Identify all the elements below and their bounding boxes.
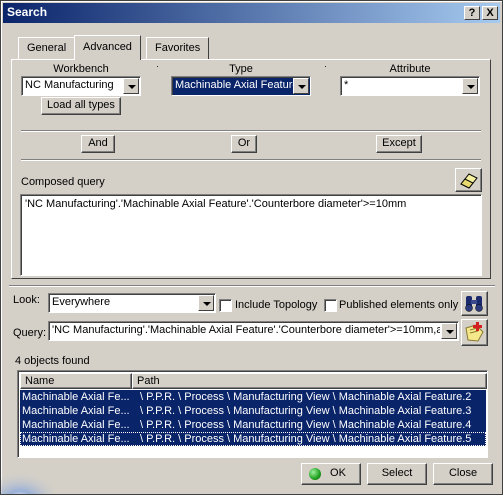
clear-query-button[interactable] [455,168,482,192]
search-dialog: Search ? X General Advanced Favorites Wo… [0,0,503,495]
chevron-down-icon[interactable] [123,78,139,94]
query-combo[interactable]: 'NC Manufacturing'.'Machinable Axial Fea… [48,321,459,341]
workbench-value: NC Manufacturing [25,79,114,91]
binoculars-icon [465,296,483,312]
search-button[interactable] [461,291,488,316]
add-favorite-icon [465,322,484,342]
type-value: Machinable Axial Feature [175,79,299,91]
chevron-down-icon[interactable] [293,78,309,94]
close-window-button[interactable]: X [482,6,498,20]
chevron-down-icon[interactable] [198,295,214,311]
eraser-icon [460,173,478,189]
include-topology-label: Include Topology [235,299,318,311]
published-only-checkbox[interactable] [324,299,337,312]
select-button[interactable]: Select [367,463,427,485]
include-topology-checkbox[interactable] [219,299,232,312]
type-label: Type [229,63,253,75]
row-path: \ P.P.R. \ Process \ Manufacturing View … [140,433,472,445]
table-row[interactable]: Machinable Axial Fe... \ P.P.R. \ Proces… [20,390,486,404]
row-name: Machinable Axial Fe... [22,433,130,445]
or-button[interactable]: Or [231,135,257,153]
query-value: 'NC Manufacturing'.'Machinable Axial Fea… [52,324,440,336]
row-name: Machinable Axial Fe... [22,405,130,417]
attribute-value: * [344,79,349,91]
except-button[interactable]: Except [376,135,422,153]
published-only-label: Published elements only [339,299,459,311]
close-button[interactable]: Close [433,463,493,485]
add-favorite-button[interactable] [461,319,488,346]
results-list[interactable]: Name Path Machinable Axial Fe... \ P.P.R… [17,370,488,458]
title-bar: Search ? X [3,3,500,23]
objects-found-label: 4 objects found [15,355,90,367]
column-header-path[interactable]: Path [132,373,487,389]
help-button[interactable]: ? [464,6,480,20]
attribute-combo[interactable]: * [340,76,480,96]
chevron-down-icon[interactable] [441,323,457,339]
row-path: \ P.P.R. \ Process \ Manufacturing View … [140,405,472,417]
green-dot-icon [309,468,321,480]
tab-general[interactable]: General [18,37,76,59]
composed-query-box[interactable]: 'NC Manufacturing'.'Machinable Axial Fea… [20,194,482,276]
tab-advanced[interactable]: Advanced [74,35,141,60]
composed-query-label: Composed query [21,176,105,188]
globe-icon [1,471,53,494]
window-title: Search [7,5,48,19]
table-row[interactable]: Machinable Axial Fe... \ P.P.R. \ Proces… [20,418,486,432]
table-row[interactable]: Machinable Axial Fe... \ P.P.R. \ Proces… [20,404,486,418]
type-combo[interactable]: Machinable Axial Feature [171,76,311,96]
composed-query-text: 'NC Manufacturing'.'Machinable Axial Fea… [25,198,407,210]
query-label: Query: [13,327,47,339]
look-label: Look: [13,294,40,306]
workbench-combo[interactable]: NC Manufacturing [21,76,141,96]
workbench-label: Workbench [53,63,109,75]
attribute-label: Attribute [389,63,431,75]
chevron-down-icon[interactable] [462,78,478,94]
row-path: \ P.P.R. \ Process \ Manufacturing View … [140,419,472,431]
separator-dot: · [324,61,327,71]
row-path: \ P.P.R. \ Process \ Manufacturing View … [140,391,472,403]
ok-button[interactable]: OK [301,463,361,485]
table-row[interactable]: Machinable Axial Fe... \ P.P.R. \ Proces… [20,432,486,446]
column-header-name[interactable]: Name [20,373,132,389]
divider [21,130,481,132]
row-name: Machinable Axial Fe... [22,419,130,431]
divider [21,159,481,161]
separator-dot: · [156,61,159,71]
row-name: Machinable Axial Fe... [22,391,130,403]
decorative-globe [1,453,56,494]
divider [9,285,495,287]
look-combo[interactable]: Everywhere [48,293,216,313]
load-all-types-button[interactable]: Load all types [41,97,121,115]
and-button[interactable]: And [81,135,115,153]
tab-favorites[interactable]: Favorites [146,37,210,59]
look-value: Everywhere [52,296,111,308]
